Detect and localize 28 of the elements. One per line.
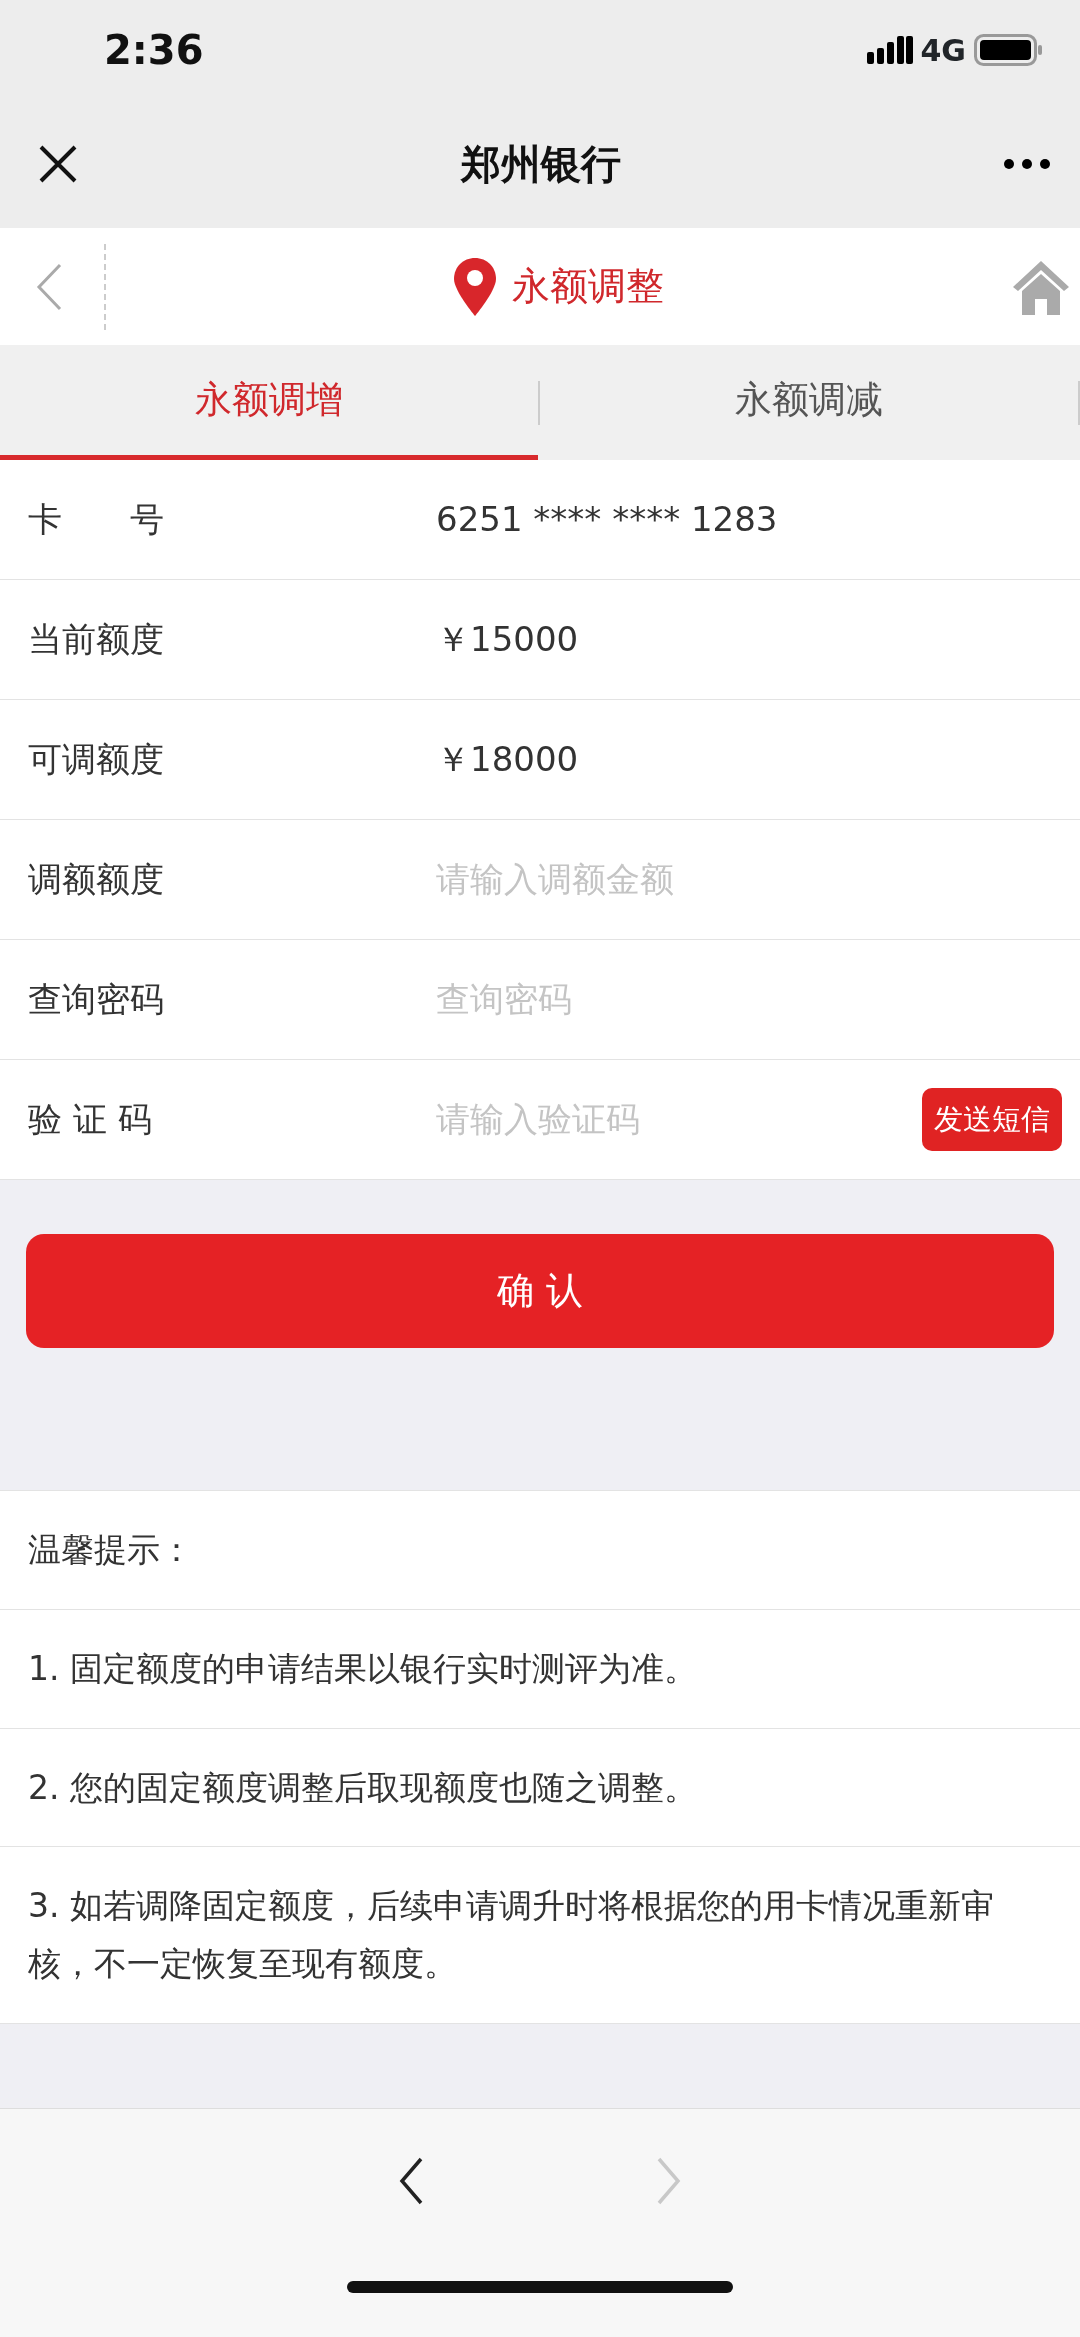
input-field[interactable]: 查询密码 bbox=[436, 974, 1062, 1025]
field-value: 6251 **** **** 1283 bbox=[436, 498, 778, 541]
field-value: ￥18000 bbox=[436, 738, 579, 781]
tab[interactable]: 永额调减 bbox=[540, 345, 1078, 460]
input-field[interactable]: 请输入验证码 bbox=[436, 1094, 922, 1145]
field-value: ￥15000 bbox=[436, 618, 579, 661]
network-label: 4G bbox=[920, 31, 966, 70]
field-label: 调额额度 bbox=[28, 858, 165, 901]
tip-text: 1. 固定额度的申请结果以银行实时测评为准。 bbox=[0, 1609, 1080, 1729]
location-pin-icon bbox=[454, 257, 496, 316]
field-label: 可调额度 bbox=[28, 738, 165, 781]
status-time: 2:36 bbox=[104, 26, 204, 75]
close-icon[interactable] bbox=[38, 144, 78, 184]
field-label: 当前额度 bbox=[28, 618, 165, 661]
window-title: 郑州银行 bbox=[461, 140, 621, 189]
more-icon[interactable] bbox=[1004, 159, 1050, 169]
signal-icon bbox=[866, 36, 913, 64]
battery-icon bbox=[974, 34, 1042, 66]
send-sms-button[interactable]: 发送短信 bbox=[922, 1087, 1062, 1152]
input-field[interactable]: 请输入调额金额 bbox=[436, 854, 1062, 905]
tips-title: 温馨提示： bbox=[0, 1490, 1080, 1610]
tip-text: 3. 如若调降固定额度，后续申请调升时将根据您的用卡情况重新审核，不一定恢复至现有额度。 bbox=[0, 1847, 1080, 2024]
field-label: 卡 号 bbox=[28, 498, 165, 541]
confirm-button[interactable]: 确 认 bbox=[26, 1234, 1054, 1348]
field-label: 验 证 码 bbox=[28, 1098, 153, 1141]
page-title: 永额调整 bbox=[512, 263, 664, 310]
field-label: 查询密码 bbox=[28, 978, 165, 1021]
tip-text: 2. 您的固定额度调整后取现额度也随之调整。 bbox=[0, 1728, 1080, 1848]
